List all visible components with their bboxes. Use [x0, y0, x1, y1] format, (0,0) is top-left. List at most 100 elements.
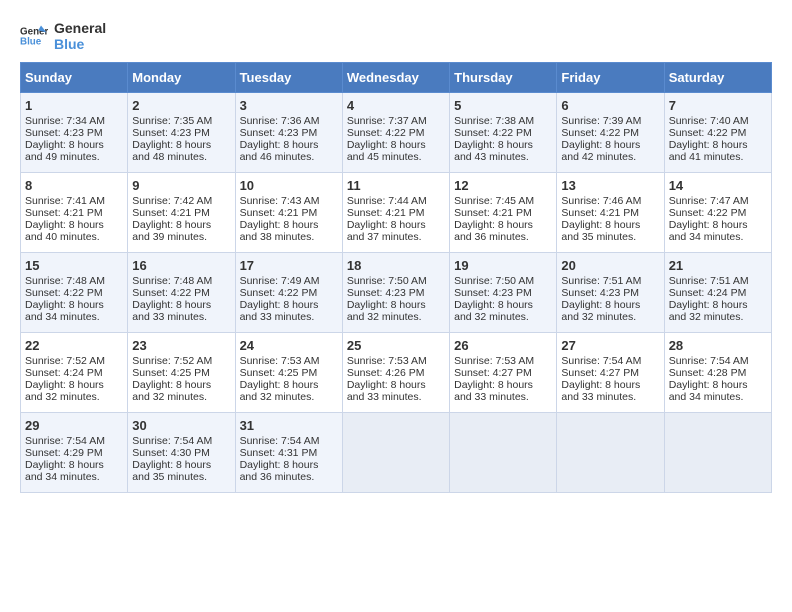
sunset: Sunset: 4:31 PM: [240, 447, 318, 459]
daylight-label: Daylight: 8 hours and 32 minutes.: [25, 379, 104, 403]
calendar-cell: 21Sunrise: 7:51 AMSunset: 4:24 PMDayligh…: [664, 253, 771, 333]
sunset: Sunset: 4:26 PM: [347, 367, 425, 379]
daylight-label: Daylight: 8 hours and 45 minutes.: [347, 139, 426, 163]
day-number: 28: [669, 338, 767, 353]
day-number: 20: [561, 258, 659, 273]
sunrise: Sunrise: 7:54 AM: [669, 355, 749, 367]
day-number: 30: [132, 418, 230, 433]
header-saturday: Saturday: [664, 63, 771, 93]
sunrise: Sunrise: 7:50 AM: [454, 275, 534, 287]
week-row-1: 1Sunrise: 7:34 AMSunset: 4:23 PMDaylight…: [21, 93, 772, 173]
sunset: Sunset: 4:22 PM: [669, 127, 747, 139]
sunrise: Sunrise: 7:35 AM: [132, 115, 212, 127]
sunset: Sunset: 4:25 PM: [240, 367, 318, 379]
sunrise: Sunrise: 7:51 AM: [561, 275, 641, 287]
sunset: Sunset: 4:21 PM: [347, 207, 425, 219]
sunset: Sunset: 4:21 PM: [240, 207, 318, 219]
header-tuesday: Tuesday: [235, 63, 342, 93]
day-number: 6: [561, 98, 659, 113]
sunrise: Sunrise: 7:45 AM: [454, 195, 534, 207]
day-number: 2: [132, 98, 230, 113]
calendar-cell: 11Sunrise: 7:44 AMSunset: 4:21 PMDayligh…: [342, 173, 449, 253]
calendar-cell: [664, 413, 771, 493]
calendar-cell: 31Sunrise: 7:54 AMSunset: 4:31 PMDayligh…: [235, 413, 342, 493]
daylight-label: Daylight: 8 hours and 33 minutes.: [132, 299, 211, 323]
sunset: Sunset: 4:22 PM: [347, 127, 425, 139]
daylight-label: Daylight: 8 hours and 36 minutes.: [240, 459, 319, 483]
daylight-label: Daylight: 8 hours and 33 minutes.: [240, 299, 319, 323]
day-number: 1: [25, 98, 123, 113]
daylight-label: Daylight: 8 hours and 34 minutes.: [669, 219, 748, 243]
sunset: Sunset: 4:29 PM: [25, 447, 103, 459]
sunset: Sunset: 4:22 PM: [132, 287, 210, 299]
sunset: Sunset: 4:21 PM: [454, 207, 532, 219]
day-number: 3: [240, 98, 338, 113]
calendar-cell: [557, 413, 664, 493]
sunrise: Sunrise: 7:54 AM: [25, 435, 105, 447]
daylight-label: Daylight: 8 hours and 32 minutes.: [669, 299, 748, 323]
daylight-label: Daylight: 8 hours and 32 minutes.: [347, 299, 426, 323]
sunset: Sunset: 4:25 PM: [132, 367, 210, 379]
daylight-label: Daylight: 8 hours and 32 minutes.: [240, 379, 319, 403]
daylight-label: Daylight: 8 hours and 32 minutes.: [454, 299, 533, 323]
sunrise: Sunrise: 7:43 AM: [240, 195, 320, 207]
day-number: 26: [454, 338, 552, 353]
sunrise: Sunrise: 7:37 AM: [347, 115, 427, 127]
calendar-cell: 9Sunrise: 7:42 AMSunset: 4:21 PMDaylight…: [128, 173, 235, 253]
day-number: 5: [454, 98, 552, 113]
sunrise: Sunrise: 7:41 AM: [25, 195, 105, 207]
sunset: Sunset: 4:21 PM: [561, 207, 639, 219]
calendar-cell: 3Sunrise: 7:36 AMSunset: 4:23 PMDaylight…: [235, 93, 342, 173]
daylight-label: Daylight: 8 hours and 48 minutes.: [132, 139, 211, 163]
calendar-cell: 13Sunrise: 7:46 AMSunset: 4:21 PMDayligh…: [557, 173, 664, 253]
daylight-label: Daylight: 8 hours and 34 minutes.: [669, 379, 748, 403]
calendar-cell: 26Sunrise: 7:53 AMSunset: 4:27 PMDayligh…: [450, 333, 557, 413]
header-thursday: Thursday: [450, 63, 557, 93]
day-number: 8: [25, 178, 123, 193]
day-number: 18: [347, 258, 445, 273]
calendar-cell: [342, 413, 449, 493]
logo-line2: Blue: [54, 36, 106, 52]
day-number: 15: [25, 258, 123, 273]
sunrise: Sunrise: 7:48 AM: [25, 275, 105, 287]
sunrise: Sunrise: 7:36 AM: [240, 115, 320, 127]
calendar-cell: 20 Sunrise: 7:51 AMSunset: 4:23 PMDayligh…: [557, 253, 664, 333]
week-row-2: 8Sunrise: 7:41 AMSunset: 4:21 PMDaylight…: [21, 173, 772, 253]
daylight-label: Daylight: 8 hours and 33 minutes.: [561, 379, 640, 403]
daylight-label: Daylight: 8 hours and 36 minutes.: [454, 219, 533, 243]
sunrise: Sunrise: 7:49 AM: [240, 275, 320, 287]
calendar-cell: 12Sunrise: 7:45 AMSunset: 4:21 PMDayligh…: [450, 173, 557, 253]
calendar-cell: 10Sunrise: 7:43 AMSunset: 4:21 PMDayligh…: [235, 173, 342, 253]
week-row-4: 22Sunrise: 7:52 AMSunset: 4:24 PMDayligh…: [21, 333, 772, 413]
daylight-label: Daylight: 8 hours and 32 minutes.: [561, 299, 640, 323]
day-number: 16: [132, 258, 230, 273]
daylight-label: Daylight: 8 hours and 32 minutes.: [132, 379, 211, 403]
daylight-label: Daylight: 8 hours and 42 minutes.: [561, 139, 640, 163]
calendar-cell: 24 Sunrise: 7:53 AMSunset: 4:25 PMDayligh…: [235, 333, 342, 413]
day-number: 19: [454, 258, 552, 273]
day-number: 27: [561, 338, 659, 353]
sunrise: Sunrise: 7:54 AM: [240, 435, 320, 447]
header-row: SundayMondayTuesdayWednesdayThursdayFrid…: [21, 63, 772, 93]
day-number: 23: [132, 338, 230, 353]
day-number: 7: [669, 98, 767, 113]
sunrise: Sunrise: 7:47 AM: [669, 195, 749, 207]
svg-text:Blue: Blue: [20, 36, 42, 47]
header-monday: Monday: [128, 63, 235, 93]
sunrise: Sunrise: 7:52 AM: [25, 355, 105, 367]
header-friday: Friday: [557, 63, 664, 93]
calendar-cell: 6Sunrise: 7:39 AMSunset: 4:22 PMDaylight…: [557, 93, 664, 173]
day-number: 17: [240, 258, 338, 273]
sunset: Sunset: 4:23 PM: [561, 287, 639, 299]
calendar-cell: 25Sunrise: 7:53 AMSunset: 4:26 PMDayligh…: [342, 333, 449, 413]
sunset: Sunset: 4:23 PM: [240, 127, 318, 139]
daylight-label: Daylight: 8 hours and 35 minutes.: [561, 219, 640, 243]
daylight-label: Daylight: 8 hours and 33 minutes.: [347, 379, 426, 403]
sunrise: Sunrise: 7:52 AM: [132, 355, 212, 367]
sunrise: Sunrise: 7:50 AM: [347, 275, 427, 287]
sunrise: Sunrise: 7:53 AM: [240, 355, 320, 367]
sunset: Sunset: 4:24 PM: [25, 367, 103, 379]
day-number: 24: [240, 338, 338, 353]
calendar-cell: 23 Sunrise: 7:52 AMSunset: 4:25 PMDayligh…: [128, 333, 235, 413]
sunset: Sunset: 4:27 PM: [561, 367, 639, 379]
